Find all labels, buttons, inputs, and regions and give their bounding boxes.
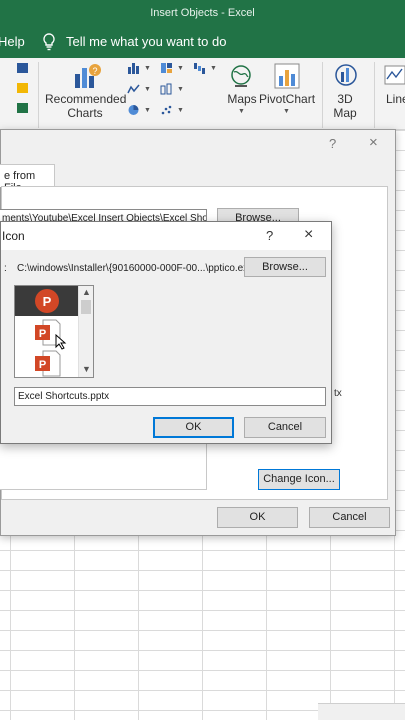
column-chart-icon[interactable]: [127, 62, 140, 74]
title-bar: Insert Objects - Excel: [0, 0, 405, 26]
waterfall-chart-icon[interactable]: [193, 62, 206, 74]
maps-button[interactable]: Maps: [222, 92, 262, 106]
3d-map-icon[interactable]: [333, 62, 359, 90]
3d-map-button[interactable]: 3D Map: [325, 92, 365, 120]
chevron-down-icon[interactable]: ▼: [144, 86, 151, 93]
chevron-down-icon[interactable]: ▼: [144, 107, 151, 114]
line-sparkline-icon[interactable]: [384, 64, 405, 88]
recommended-label-2: Charts: [67, 106, 103, 120]
line-chart-icon[interactable]: [127, 83, 140, 95]
window-title: Insert Objects - Excel: [150, 7, 255, 19]
icon-list-scrollbar[interactable]: ▲ ▼: [78, 286, 93, 377]
powerpoint-doc-icon: P: [35, 350, 61, 377]
pie-chart-icon[interactable]: [127, 104, 140, 116]
chevron-down-icon[interactable]: ▼: [210, 65, 217, 72]
chevron-down-icon[interactable]: ▼: [177, 107, 184, 114]
line-sparkline-button[interactable]: Line: [386, 92, 405, 106]
add-ins-icon[interactable]: [16, 62, 29, 74]
recommended-charts-button[interactable]: Recommended Charts: [45, 92, 127, 120]
lightbulb-icon: [43, 33, 55, 51]
statistic-chart-icon[interactable]: [160, 83, 173, 95]
chevron-down-icon[interactable]: ▼: [283, 108, 290, 115]
help-icon[interactable]: ?: [329, 136, 336, 151]
svg-text:?: ?: [92, 66, 97, 76]
close-icon[interactable]: ×: [369, 134, 378, 151]
help-tab[interactable]: Help: [0, 34, 25, 49]
chevron-down-icon[interactable]: ▼: [238, 108, 245, 115]
browse-icon-file-button[interactable]: Browse...: [244, 257, 326, 277]
chevron-down-icon[interactable]: ▼: [177, 86, 184, 93]
scrollbar-thumb[interactable]: [81, 300, 91, 314]
menu-bar: Help Tell me what you want to do: [0, 26, 405, 58]
icon-source-path: C:\windows\Installer\{90160000-000F-00..…: [17, 263, 254, 274]
ok-button[interactable]: OK: [153, 417, 234, 438]
people-graph-icon[interactable]: [16, 102, 29, 114]
result-preview-box: [0, 442, 207, 490]
bing-maps-icon[interactable]: [16, 82, 29, 94]
side-label-fragment: tx: [334, 388, 342, 399]
icon-list[interactable]: P P P ▲ ▼: [14, 285, 94, 378]
chevron-down-icon[interactable]: ▼: [177, 65, 184, 72]
horizontal-scrollbar[interactable]: [318, 703, 405, 720]
change-icon-dialog: Icon ? × : C:\windows\Installer\{9016000…: [0, 221, 332, 444]
cancel-button[interactable]: Cancel: [244, 417, 326, 438]
cancel-button[interactable]: Cancel: [309, 507, 390, 528]
icon-option[interactable]: P: [15, 348, 79, 377]
maps-icon[interactable]: [229, 63, 253, 89]
change-icon-button[interactable]: Change Icon...: [258, 469, 340, 490]
dialog-title: Icon: [2, 229, 25, 243]
icon-label-field[interactable]: Excel Shortcuts.pptx: [14, 387, 326, 406]
help-icon[interactable]: ?: [266, 228, 273, 243]
scatter-chart-icon[interactable]: [160, 104, 173, 116]
close-icon[interactable]: ×: [304, 226, 313, 244]
recommended-charts-icon[interactable]: ?: [72, 62, 102, 90]
icon-option[interactable]: P: [15, 317, 79, 350]
pivotchart-icon[interactable]: [273, 62, 301, 90]
recommended-label-1: Recommended: [45, 92, 127, 106]
3d-map-label-1: 3D: [337, 92, 353, 106]
ribbon: ? Recommended Charts ▼ ▼ ▼ ▼ ▼ ▼ ▼ Maps …: [0, 58, 405, 130]
svg-text:P: P: [43, 294, 52, 309]
powerpoint-round-icon: P: [35, 289, 59, 313]
chevron-up-icon[interactable]: ▲: [82, 287, 91, 297]
hierarchy-chart-icon[interactable]: [160, 62, 173, 74]
svg-text:P: P: [39, 359, 46, 371]
icon-option-selected[interactable]: P: [15, 286, 79, 316]
3d-map-label-2: Map: [333, 106, 357, 120]
dialog-body: : C:\windows\Installer\{90160000-000F-00…: [1, 250, 331, 443]
tab-create-from-file[interactable]: e from File: [0, 164, 55, 194]
chevron-down-icon[interactable]: ▼: [144, 65, 151, 72]
ok-button[interactable]: OK: [217, 507, 298, 528]
from-file-label: :: [4, 263, 7, 274]
pivotchart-button[interactable]: PivotChart: [259, 92, 315, 106]
tell-me-search[interactable]: Tell me what you want to do: [66, 34, 226, 49]
svg-text:P: P: [39, 328, 46, 340]
chevron-down-icon[interactable]: ▼: [82, 364, 91, 374]
